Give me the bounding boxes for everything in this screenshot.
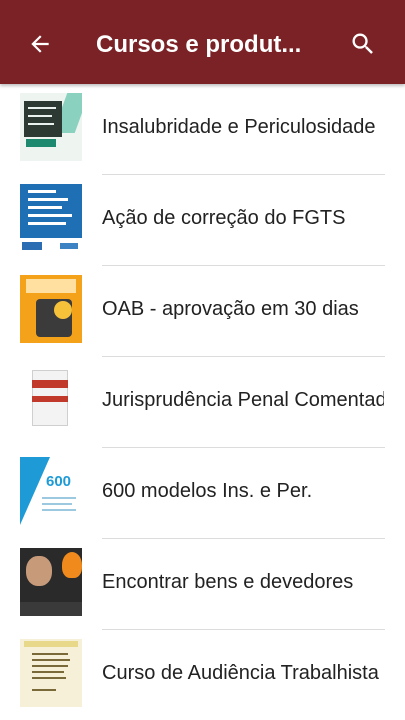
list-item-label: Curso de Audiência Trabalhista: [102, 662, 379, 684]
list-item-label: 600 modelos Ins. e Per.: [102, 480, 313, 502]
list-item[interactable]: OAB - aprovação em 30 dias: [0, 266, 405, 357]
search-icon[interactable]: [343, 26, 383, 62]
page-title: Cursos e produt...: [96, 31, 302, 58]
list-item[interactable]: Jurisprudência Penal Comentad: [0, 357, 405, 448]
list-item[interactable]: Ação de correção do FGTS: [0, 175, 405, 266]
list-item[interactable]: Insalubridade e Periculosidade: [0, 84, 405, 175]
list-item-label: OAB - aprovação em 30 dias: [102, 298, 359, 320]
book-cover-thumbnail: [20, 366, 82, 434]
book-cover-thumbnail: [20, 184, 82, 252]
book-cover-thumbnail: 600: [20, 457, 82, 525]
book-cover-thumbnail: [20, 548, 82, 616]
book-cover-thumbnail: [20, 93, 82, 161]
list-item[interactable]: Encontrar bens e devedores: [0, 539, 405, 630]
list-item[interactable]: 600 600 modelos Ins. e Per.: [0, 448, 405, 539]
book-cover-thumbnail: [20, 639, 82, 707]
product-list: Insalubridade e Periculosidade Ação de c…: [0, 84, 405, 720]
list-item-label: Encontrar bens e devedores: [102, 571, 354, 593]
list-item-label: Ação de correção do FGTS: [102, 207, 346, 229]
app-bar: Cursos e produt...: [0, 0, 405, 84]
list-item-label: Jurisprudência Penal Comentad: [102, 389, 384, 411]
list-item-label: Insalubridade e Periculosidade: [102, 116, 376, 138]
arrow-back-icon[interactable]: [20, 26, 60, 62]
book-cover-thumbnail: [20, 275, 82, 343]
list-item[interactable]: Curso de Audiência Trabalhista: [0, 630, 405, 720]
